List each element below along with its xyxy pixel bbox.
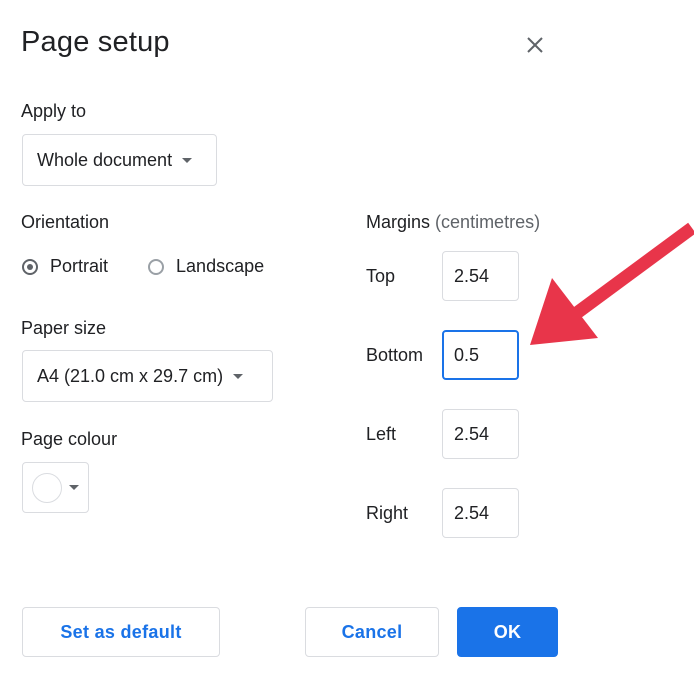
chevron-down-icon bbox=[182, 157, 193, 163]
margin-row-left: Left bbox=[366, 409, 519, 459]
margin-row-bottom: Bottom bbox=[366, 330, 519, 380]
apply-to-dropdown[interactable]: Whole document bbox=[22, 134, 217, 186]
margin-left-label: Left bbox=[366, 423, 397, 444]
apply-to-label: Apply to bbox=[21, 101, 87, 121]
apply-to-value: Whole document bbox=[37, 149, 173, 170]
radio-portrait[interactable]: Portrait bbox=[22, 256, 108, 277]
margins-heading: Margins (centimetres) bbox=[366, 212, 540, 233]
margin-bottom-label: Bottom bbox=[366, 344, 424, 365]
paper-size-label: Paper size bbox=[21, 318, 107, 338]
margin-right-input[interactable] bbox=[442, 488, 519, 538]
margin-row-right: Right bbox=[366, 488, 519, 538]
dialog-title: Page setup bbox=[21, 26, 170, 58]
margin-bottom-input[interactable] bbox=[442, 330, 519, 380]
radio-landscape-label: Landscape bbox=[176, 256, 265, 276]
orientation-radio-group: Portrait Landscape bbox=[22, 256, 264, 277]
chevron-down-icon bbox=[233, 373, 244, 379]
page-colour-label: Page colour bbox=[21, 429, 118, 449]
paper-size-dropdown[interactable]: A4 (21.0 cm x 29.7 cm) bbox=[22, 350, 273, 402]
page-colour-picker[interactable] bbox=[22, 462, 89, 513]
margin-row-top: Top bbox=[366, 251, 519, 301]
paper-size-value: A4 (21.0 cm x 29.7 cm) bbox=[37, 365, 224, 386]
margins-label: Margins bbox=[366, 212, 431, 232]
margin-top-label: Top bbox=[366, 265, 396, 286]
set-as-default-button[interactable]: Set as default bbox=[22, 607, 220, 657]
radio-checked-icon bbox=[22, 258, 38, 275]
margin-right-label: Right bbox=[366, 502, 409, 523]
radio-landscape[interactable]: Landscape bbox=[148, 256, 264, 277]
orientation-label: Orientation bbox=[21, 212, 110, 232]
margin-top-input[interactable] bbox=[442, 251, 519, 301]
close-button[interactable] bbox=[518, 28, 552, 62]
colour-swatch bbox=[32, 472, 62, 503]
close-icon bbox=[527, 37, 543, 53]
radio-portrait-label: Portrait bbox=[50, 256, 109, 276]
ok-button[interactable]: OK bbox=[457, 607, 558, 657]
cancel-button[interactable]: Cancel bbox=[305, 607, 439, 657]
margin-left-input[interactable] bbox=[442, 409, 519, 459]
chevron-down-icon bbox=[69, 485, 79, 490]
annotation-arrow-icon bbox=[530, 222, 694, 345]
page-setup-dialog: Page setup Apply to Whole document Orien… bbox=[0, 0, 694, 677]
radio-unchecked-icon bbox=[148, 258, 165, 275]
